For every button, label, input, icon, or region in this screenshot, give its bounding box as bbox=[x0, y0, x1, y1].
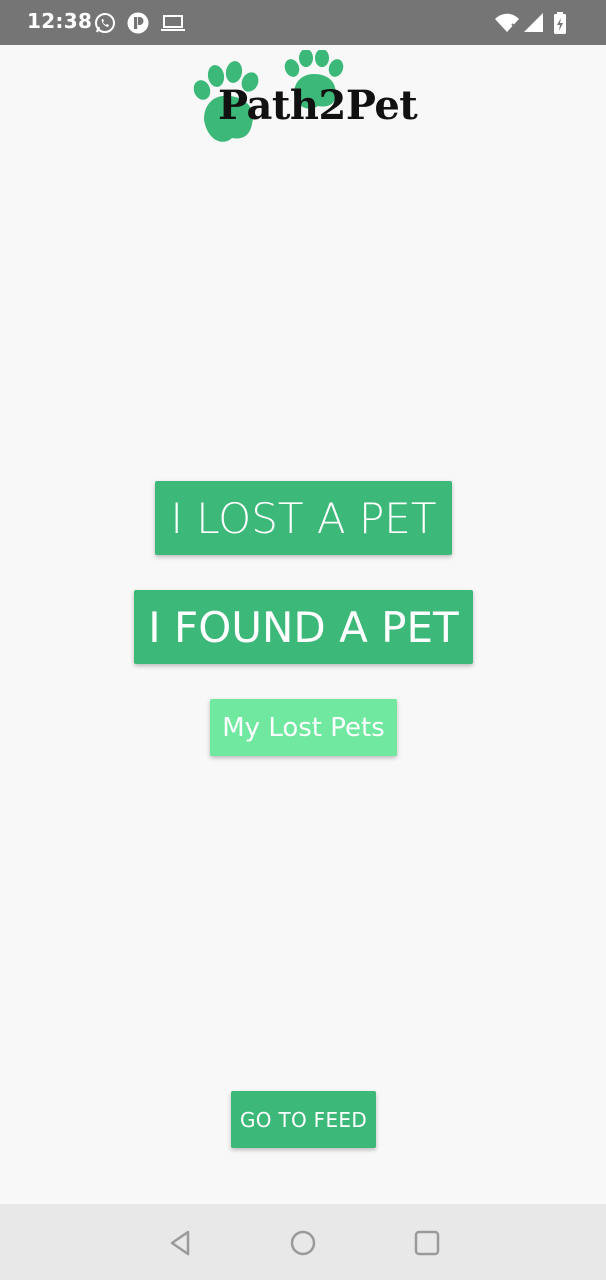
whatsapp-icon bbox=[95, 13, 115, 33]
back-icon[interactable] bbox=[166, 1228, 196, 1258]
status-time: 12:38 bbox=[27, 9, 93, 33]
status-bar: 12:38 bbox=[0, 0, 606, 45]
my-lost-pets-button[interactable]: My Lost Pets bbox=[210, 699, 397, 756]
recents-icon[interactable] bbox=[412, 1228, 442, 1258]
navigation-bar bbox=[0, 1204, 606, 1280]
go-to-feed-button[interactable]: GO TO FEED bbox=[231, 1091, 376, 1148]
found-pet-button[interactable]: I FOUND A PET bbox=[134, 590, 473, 664]
laptop-icon bbox=[161, 15, 185, 31]
wifi-icon bbox=[495, 13, 519, 32]
logo-text: Path2Pet bbox=[218, 82, 418, 129]
signal-icon bbox=[524, 13, 543, 32]
home-icon[interactable] bbox=[288, 1228, 318, 1258]
lost-pet-button[interactable]: I LOST A PET bbox=[155, 481, 452, 555]
battery-icon bbox=[554, 12, 566, 34]
app-icon bbox=[127, 12, 149, 34]
